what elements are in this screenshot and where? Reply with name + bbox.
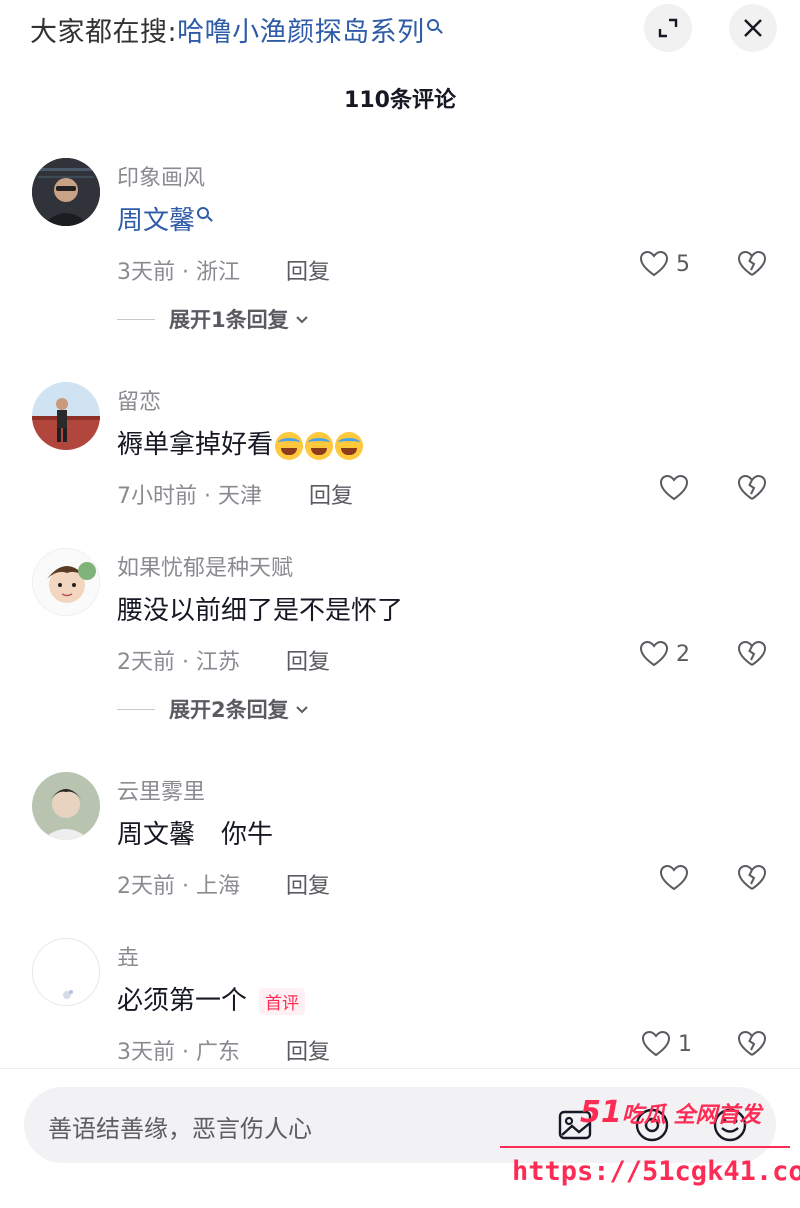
watermark-logo-number: 51 [580,1095,622,1130]
comment-time-location: 3天前 · 广东 [117,1040,240,1065]
search-icon [197,207,210,219]
comment-count-title: 110条评论 [344,88,456,113]
broken-heart-icon [737,250,767,276]
like-count: 5 [676,251,690,277]
username[interactable]: 如果忧郁是种天赋 [117,550,293,582]
expand-replies-button[interactable]: 展开1条回复 [117,304,311,334]
dislike-button[interactable] [736,1028,768,1064]
expand-button[interactable] [644,4,692,52]
avatar[interactable] [32,382,100,450]
expand-replies-label: 展开1条回复 [169,308,289,332]
avatar-image [32,772,100,840]
username[interactable]: 留恋 [117,384,161,416]
like-count: 1 [678,1031,692,1057]
watermark-url: https://51cgk41.com [512,1156,800,1187]
comment-time-location: 3天前 · 浙江 [117,260,240,285]
avatar-image [32,158,100,226]
like-count: 2 [676,641,690,667]
broken-heart-icon [737,1030,767,1056]
close-button[interactable] [729,4,777,52]
heart-icon [639,640,669,667]
laughing-crying-emoji [275,431,304,460]
like-button[interactable]: 5 [638,248,690,280]
first-comment-badge: 首评 [259,988,306,1015]
broken-heart-icon [737,864,767,890]
comment-input-placeholder[interactable]: 善语结善缘，恶言伤人心 [48,1109,312,1144]
avatar[interactable] [32,938,100,1006]
heart-icon [639,250,669,277]
like-button[interactable] [658,862,696,894]
laughing-crying-emoji [335,431,364,460]
avatar[interactable] [32,548,100,616]
comment-text[interactable]: 腰没以前细了是不是怀了 [117,590,403,627]
reply-button[interactable]: 回复 [286,254,330,286]
input-divider [0,1068,800,1069]
laughing-crying-emoji [305,431,334,460]
chevron-down-icon [295,316,308,324]
comment-text: 必须第一个 首评 [117,980,306,1017]
comment-text-value[interactable]: 褥单拿掉好看 [117,430,273,460]
avatar-image [33,939,99,1005]
hot-search-prefix: 大家都在搜: [30,17,178,48]
broken-heart-icon [737,640,767,666]
comment-time-location: 2天前 · 上海 [117,874,240,899]
chevron-down-icon [295,706,308,714]
close-icon [744,19,762,37]
watermark-logo-text: 吃瓜 全网首发 [621,1103,762,1128]
hot-search-term[interactable]: 哈噜小渔颜探岛系列 [177,17,425,48]
expand-replies-button[interactable]: 展开2条回复 [117,694,311,724]
like-button[interactable] [658,472,696,504]
dislike-button[interactable] [736,472,768,508]
username[interactable]: 垚 [117,940,139,972]
like-button[interactable]: 2 [638,638,690,670]
hot-search-bar[interactable]: 大家都在搜:哈噜小渔颜探岛系列 [30,10,439,49]
reply-button[interactable]: 回复 [309,478,353,510]
watermark-line [500,1146,790,1148]
top-bar: 大家都在搜:哈噜小渔颜探岛系列 [0,0,800,60]
username[interactable]: 云里雾里 [117,774,205,806]
dislike-button[interactable] [736,862,768,898]
comment-text: 褥单拿掉好看 [117,424,364,461]
heart-icon [659,864,689,891]
divider-line [117,318,155,320]
username[interactable]: 印象画风 [117,160,205,192]
reply-button[interactable]: 回复 [286,644,330,676]
reply-button[interactable]: 回复 [286,1034,330,1066]
avatar[interactable] [32,158,100,226]
search-icon [426,19,439,31]
avatar-image [33,549,99,615]
like-button[interactable]: 1 [640,1028,692,1060]
comment-text: 周文馨 [117,200,210,237]
comment-text[interactable]: 周文馨 你牛 [117,814,273,851]
comment-time-location: 2天前 · 江苏 [117,650,240,675]
reply-button[interactable]: 回复 [286,868,330,900]
comment-time-location: 7小时前 · 天津 [117,484,262,509]
divider-line [117,708,155,710]
expand-replies-label: 展开2条回复 [169,698,289,722]
heart-icon [659,474,689,501]
dislike-button[interactable] [736,638,768,674]
avatar[interactable] [32,772,100,840]
avatar-image [32,382,100,450]
expand-icon [658,18,678,38]
broken-heart-icon [737,474,767,500]
comment-text-value[interactable]: 周文馨 [117,206,195,236]
watermark-logo: 51吃瓜 全网首发 [580,1095,761,1130]
dislike-button[interactable] [736,248,768,284]
heart-icon [641,1030,671,1057]
comment-text-value[interactable]: 必须第一个 [117,986,247,1016]
